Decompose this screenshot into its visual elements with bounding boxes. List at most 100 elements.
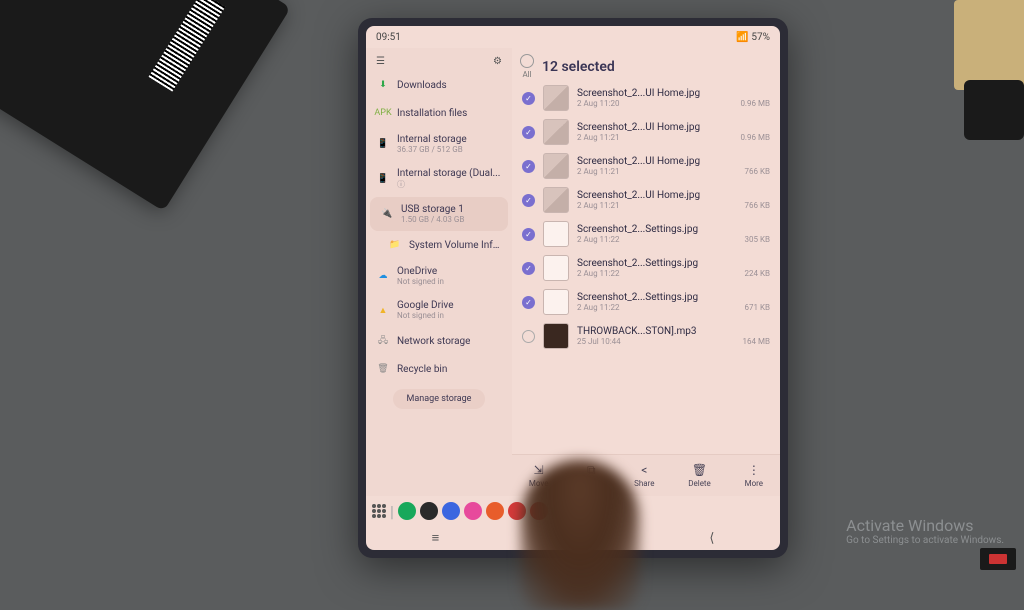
file-checkbox[interactable]: ✓ (522, 126, 535, 139)
sidebar-item-icon: 🔌 (380, 207, 394, 221)
file-row[interactable]: ✓Screenshot_2...Settings.jpg2 Aug 11:222… (512, 251, 780, 285)
dock-app-icon[interactable] (420, 502, 438, 520)
watermark-title: Activate Windows (846, 516, 1004, 535)
file-date-label: 2 Aug 11:21 (577, 133, 619, 142)
sidebar-item-network-storage[interactable]: 🖧Network storage (366, 327, 512, 355)
move-icon: ⇲ (534, 463, 544, 477)
sidebar-item-onedrive[interactable]: ☁OneDriveNot signed in (366, 259, 512, 293)
sidebar-item-sub: Not signed in (397, 311, 454, 320)
sidebar-item-installation-files[interactable]: APK Installation files (366, 99, 512, 127)
more-button[interactable]: ⋮More (745, 463, 763, 488)
file-name-label: Screenshot_2...Settings.jpg (577, 258, 770, 269)
nav-home-button[interactable]: ○ (570, 530, 578, 546)
file-size-label: 0.96 MB (740, 99, 770, 108)
battery-text: 57% (751, 32, 770, 43)
sidebar-item-internal-storage[interactable]: 📱Internal storage36.37 GB / 512 GB (366, 127, 512, 161)
sidebar-item-label: Downloads (397, 80, 447, 91)
file-date-label: 2 Aug 11:22 (577, 303, 619, 312)
file-date-label: 2 Aug 11:22 (577, 235, 619, 244)
file-thumbnail (543, 153, 569, 179)
file-list[interactable]: ✓ Screenshot_2...UI Home.jpg 2 Aug 11:20 0.… (512, 81, 780, 454)
channel-logo (980, 548, 1016, 570)
file-row[interactable]: ✓Screenshot_2...UI Home.jpg2 Aug 11:2176… (512, 183, 780, 217)
delete-button[interactable]: 🗑Delete (688, 463, 711, 488)
product-box: Galaxy Z Fold6 (0, 0, 291, 211)
file-thumbnail (543, 221, 569, 247)
dock-app-icon[interactable] (398, 502, 416, 520)
sidebar-item-google-drive[interactable]: ▲Google DriveNot signed in (366, 293, 512, 327)
dock-app-icon[interactable] (508, 502, 526, 520)
file-date-label: 2 Aug 11:22 (577, 269, 619, 278)
select-all-toggle[interactable]: All (520, 54, 534, 79)
file-row[interactable]: ✓Screenshot_2...Settings.jpg2 Aug 11:226… (512, 285, 780, 319)
manage-storage-button[interactable]: Manage storage (393, 389, 486, 409)
app-drawer-icon[interactable] (372, 504, 386, 518)
file-checkbox[interactable]: ✓ (522, 228, 535, 241)
settings-gear-icon[interactable]: ⚙ (493, 56, 502, 67)
file-list-pane: All 12 selected ✓Screenshot_2...UI Home.… (512, 48, 780, 496)
files-sidebar: ☰ ⚙ ⬇DownloadsAPKInstallation files📱Inte… (366, 48, 512, 496)
sidebar-item-sub: ⓘ (397, 179, 500, 190)
nav-back-button[interactable]: ⟨ (709, 531, 714, 546)
sidebar-item-internal-storage-dual[interactable]: 📱Internal storage (Dual...ⓘ (366, 161, 512, 197)
file-date-label: 2 Aug 11:21 (577, 167, 619, 176)
file-checkbox[interactable]: ✓ (522, 296, 535, 309)
nav-recent-button[interactable]: ≡ (432, 530, 440, 546)
file-date-label: 2 Aug 11:20 (577, 99, 619, 108)
dock-app-icon[interactable] (442, 502, 460, 520)
file-row[interactable]: ✓Screenshot_2...UI Home.jpg2 Aug 11:200.… (512, 81, 780, 115)
sidebar-item-label: Installation files (397, 108, 467, 119)
sidebar-item-label: System Volume Info... (409, 240, 502, 251)
file-name-label: Screenshot_2...UI Home.jpg (577, 122, 770, 133)
sidebar-item-label: Internal storage (Dual... (397, 168, 500, 179)
file-checkbox[interactable] (522, 330, 535, 343)
hamburger-icon[interactable]: ☰ (376, 56, 385, 67)
sidebar-item-usb-storage-1[interactable]: 🔌USB storage 11.50 GB / 4.03 GB (370, 197, 508, 231)
file-checkbox[interactable]: ✓ (522, 160, 535, 173)
windows-watermark: Activate Windows Go to Settings to activ… (846, 516, 1004, 546)
bottom-action-bar: ⇲Move ⧉Copy <Share 🗑Delete ⋮More (512, 454, 780, 496)
file-checkbox[interactable]: ✓ (522, 262, 535, 275)
file-row[interactable]: ✓Screenshot_2...UI Home.jpg2 Aug 11:2176… (512, 149, 780, 183)
sidebar-item-recycle-bin[interactable]: 🗑Recycle bin (366, 355, 512, 383)
file-checkbox[interactable]: ✓ (522, 92, 535, 105)
share-button[interactable]: <Share (634, 463, 654, 488)
sidebar-item-icon: 📁 (388, 238, 402, 252)
dock-app-icon[interactable] (486, 502, 504, 520)
trash-icon: 🗑 (692, 463, 707, 477)
sidebar-item-icon: ▲ (376, 303, 390, 317)
dock-app-icon[interactable] (464, 502, 482, 520)
sidebar-item-icon: APK (376, 106, 390, 120)
dock-app-icon[interactable] (530, 502, 548, 520)
dock-app-icon[interactable] (574, 502, 592, 520)
file-row[interactable]: THROWBACK...STON].mp325 Jul 10:44164 MB (512, 319, 780, 353)
status-time: 09:51 (376, 32, 401, 43)
file-thumbnail (543, 255, 569, 281)
file-name-label: Screenshot_2...Settings.jpg (577, 292, 770, 303)
sidebar-item-icon: 📱 (376, 137, 390, 151)
file-name-label: Screenshot_2...UI Home.jpg (577, 190, 770, 201)
file-checkbox[interactable]: ✓ (522, 194, 535, 207)
file-thumbnail (543, 323, 569, 349)
file-size-label: 766 KB (745, 201, 770, 210)
sidebar-item-icon: 🗑 (376, 362, 390, 376)
file-thumbnail (543, 85, 569, 111)
file-name-label: Screenshot_2...Settings.jpg (577, 224, 770, 235)
copy-button[interactable]: ⧉Copy (582, 463, 600, 489)
sidebar-item-downloads[interactable]: ⬇Downloads (366, 71, 512, 99)
file-row[interactable]: ✓Screenshot_2...UI Home.jpg2 Aug 11:210.… (512, 115, 780, 149)
navigation-bar: ≡ ○ ⟨ (366, 526, 780, 550)
watermark-subtitle: Go to Settings to activate Windows. (846, 535, 1004, 546)
file-row[interactable]: ✓ Screenshot_2...Settings.jpg2 Aug 11:22 3… (512, 217, 780, 251)
file-size-label: 305 KB (745, 235, 770, 244)
desk-object (954, 0, 1024, 90)
move-button[interactable]: ⇲Move (529, 463, 549, 488)
select-all-circle-icon (520, 54, 534, 68)
dock-app-icon[interactable] (552, 502, 570, 520)
selection-count-title: 12 selected (542, 59, 615, 75)
status-right: 📶 57% (736, 32, 770, 43)
sidebar-item-sub: 36.37 GB / 512 GB (397, 145, 467, 154)
sidebar-item-system-volume-info[interactable]: 📁 System Volume Info... (366, 231, 512, 259)
sidebar-item-icon: 🖧 (376, 334, 390, 348)
product-name-text: Galaxy Z Fold6 (0, 0, 3, 53)
